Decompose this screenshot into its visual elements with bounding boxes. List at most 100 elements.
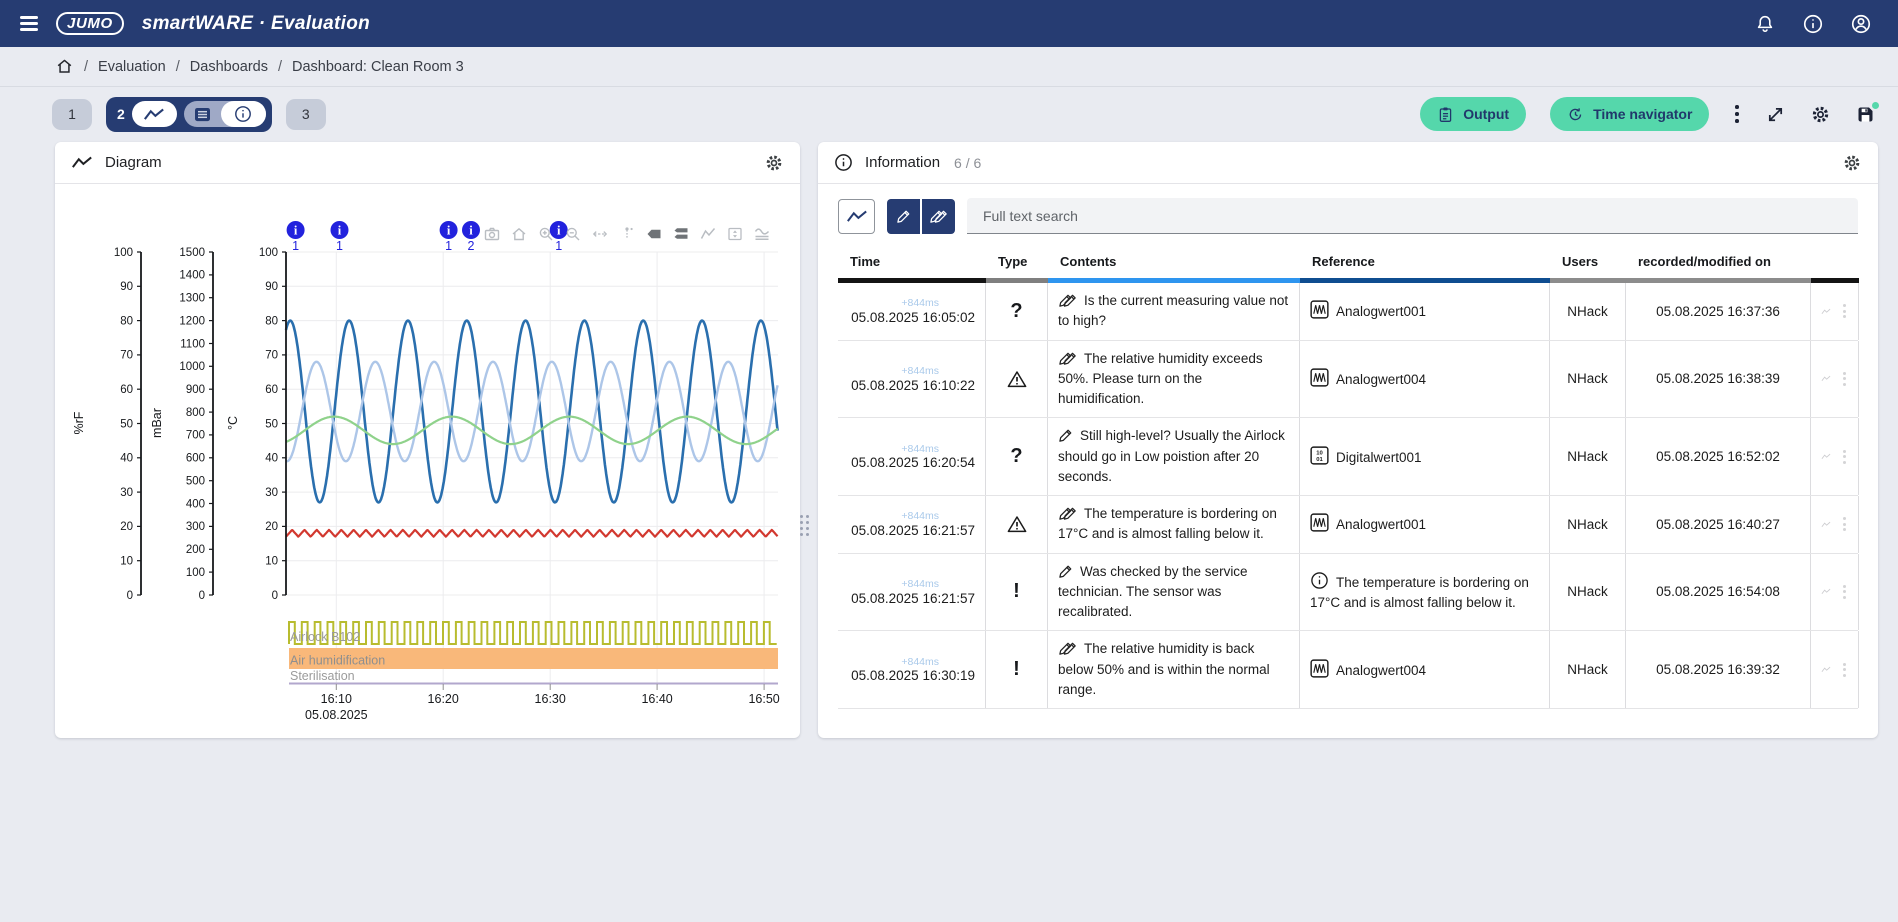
help-info-icon[interactable]: [1802, 13, 1824, 35]
row-actions-cell: [1811, 418, 1859, 495]
show-in-chart-icon[interactable]: [1821, 305, 1831, 318]
svg-text:40: 40: [120, 453, 133, 465]
show-in-chart-icon[interactable]: [1821, 663, 1831, 676]
svg-text:80: 80: [120, 315, 133, 327]
home-icon[interactable]: [55, 57, 74, 76]
tab-3[interactable]: 3: [286, 99, 326, 130]
table-row[interactable]: +844ms05.08.2025 16:21:57!Was checked by…: [838, 554, 1858, 632]
information-panel-title: Information: [865, 154, 940, 171]
information-settings-gear-icon[interactable]: [1842, 153, 1862, 173]
reference-cell: Analogwert004: [1300, 631, 1550, 708]
more-options-kebab-icon[interactable]: [1733, 103, 1741, 125]
svg-text:30: 30: [120, 487, 133, 499]
millisecond-offset: +844ms: [901, 578, 939, 591]
table-row[interactable]: +844ms05.08.2025 16:05:02?Is the current…: [838, 283, 1858, 341]
information-table: TimeTypeContentsReferenceUsersrecorded/m…: [838, 246, 1858, 709]
single-label-icon[interactable]: [646, 226, 662, 242]
menu-icon[interactable]: [16, 12, 38, 34]
information-panel: Information 6 / 6 TimeTypeContentsRefere…: [818, 142, 1878, 738]
tab-1[interactable]: 1: [52, 99, 92, 130]
settings-gear-icon[interactable]: [1810, 104, 1831, 125]
column-header-users[interactable]: Users: [1550, 246, 1626, 283]
show-in-chart-icon[interactable]: [1821, 585, 1831, 598]
svg-text:16:40: 16:40: [641, 692, 672, 706]
zoom-in-icon[interactable]: [538, 226, 554, 242]
svg-text:20: 20: [265, 521, 278, 533]
save-dashboard-icon[interactable]: [1855, 104, 1876, 125]
row-menu-kebab-icon[interactable]: [1843, 517, 1846, 531]
exclamation-type-icon: !: [1013, 658, 1020, 681]
double-note-filter-button[interactable]: [922, 199, 955, 234]
svg-text:70: 70: [265, 350, 278, 362]
table-row[interactable]: +844ms05.08.2025 16:30:19!The relative h…: [838, 631, 1858, 709]
show-in-chart-icon[interactable]: [1821, 450, 1831, 463]
camera-snapshot-icon[interactable]: [484, 226, 500, 242]
tab-2-label: 2: [117, 106, 125, 122]
panel-resize-handle[interactable]: [800, 515, 809, 536]
spike-lines-icon[interactable]: [619, 226, 635, 242]
double-pencil-note-icon: [1058, 351, 1077, 366]
double-label-icon[interactable]: [673, 226, 689, 242]
table-row[interactable]: +844ms05.08.2025 16:10:22The relative hu…: [838, 341, 1858, 419]
pan-arrows-icon[interactable]: [592, 226, 608, 242]
show-in-chart-icon[interactable]: [1821, 518, 1831, 531]
diagram-view-toggle[interactable]: [132, 101, 177, 127]
table-row[interactable]: +844ms05.08.2025 16:21:57 The temperature…: [838, 496, 1858, 554]
diagram-chart[interactable]: 0102030405060708090100%rF010020030040050…: [61, 192, 800, 732]
line-mode-icon[interactable]: [700, 226, 716, 242]
svg-text:%rF: %rF: [72, 411, 86, 434]
row-menu-kebab-icon[interactable]: [1843, 663, 1846, 677]
list-view-toggle[interactable]: [184, 101, 221, 127]
svg-text:1300: 1300: [179, 293, 205, 305]
output-button[interactable]: Output: [1420, 97, 1526, 131]
contents-cell: Is the current measuring value not to hi…: [1048, 283, 1300, 340]
svg-text:Sterilisation: Sterilisation: [290, 669, 355, 683]
time-cell: +844ms05.08.2025 16:21:57: [838, 496, 986, 553]
compare-traces-icon[interactable]: [754, 226, 770, 242]
account-icon[interactable]: [1850, 13, 1872, 35]
zoom-out-icon[interactable]: [565, 226, 581, 242]
svg-text:10: 10: [1316, 450, 1323, 456]
diagram-settings-gear-icon[interactable]: [764, 153, 784, 173]
row-menu-kebab-icon[interactable]: [1843, 372, 1846, 386]
users-cell: NHack: [1550, 418, 1626, 495]
column-header-type[interactable]: Type: [986, 246, 1048, 283]
column-header-time[interactable]: Time: [838, 246, 986, 283]
column-header-contents[interactable]: Contents: [1048, 246, 1300, 283]
reference-cell: The temperature is bordering on 17°C and…: [1300, 554, 1550, 631]
column-header-actions[interactable]: [1811, 246, 1859, 283]
reset-home-icon[interactable]: [511, 226, 527, 242]
contents-cell: The temperature is bordering on 17°C and…: [1048, 496, 1300, 553]
svg-text:200: 200: [186, 544, 205, 556]
users-cell: NHack: [1550, 283, 1626, 340]
time-navigator-button[interactable]: Time navigator: [1550, 97, 1709, 131]
row-menu-kebab-icon[interactable]: [1843, 585, 1846, 599]
autoscale-y-icon[interactable]: [727, 226, 743, 242]
row-menu-kebab-icon[interactable]: [1843, 450, 1846, 464]
svg-text:16:50: 16:50: [748, 692, 779, 706]
fullscreen-expand-icon[interactable]: [1765, 104, 1786, 125]
breadcrumb-item-current-dashboard[interactable]: Dashboard: Clean Room 3: [292, 59, 464, 75]
row-menu-kebab-icon[interactable]: [1843, 304, 1846, 318]
single-note-filter-button[interactable]: [887, 199, 920, 234]
column-header-reference[interactable]: Reference: [1300, 246, 1550, 283]
table-header: TimeTypeContentsReferenceUsersrecorded/m…: [838, 246, 1858, 283]
unsaved-changes-badge: [1871, 101, 1880, 110]
breadcrumb-item-dashboards[interactable]: Dashboards: [190, 59, 268, 75]
svg-text:16:30: 16:30: [535, 692, 566, 706]
breadcrumb-item-evaluation[interactable]: Evaluation: [98, 59, 166, 75]
tab-2-group[interactable]: 2: [106, 97, 272, 132]
notifications-bell-icon[interactable]: [1754, 13, 1776, 35]
info-view-toggle[interactable]: [221, 101, 266, 127]
svg-text:1200: 1200: [179, 315, 205, 327]
show-in-chart-icon[interactable]: [1821, 372, 1831, 385]
svg-text:40: 40: [265, 453, 278, 465]
table-row[interactable]: +844ms05.08.2025 16:20:54?Still high-lev…: [838, 418, 1858, 496]
question-type-icon: ?: [1010, 300, 1022, 323]
svg-text:05.08.2025: 05.08.2025: [305, 708, 368, 722]
column-header-recorded-modified-on[interactable]: recorded/modified on: [1626, 246, 1811, 283]
info-reference-icon: [1310, 571, 1329, 590]
chart-markers-filter-button[interactable]: [838, 199, 875, 234]
full-text-search-input[interactable]: [967, 198, 1858, 234]
millisecond-offset: +844ms: [901, 297, 939, 310]
